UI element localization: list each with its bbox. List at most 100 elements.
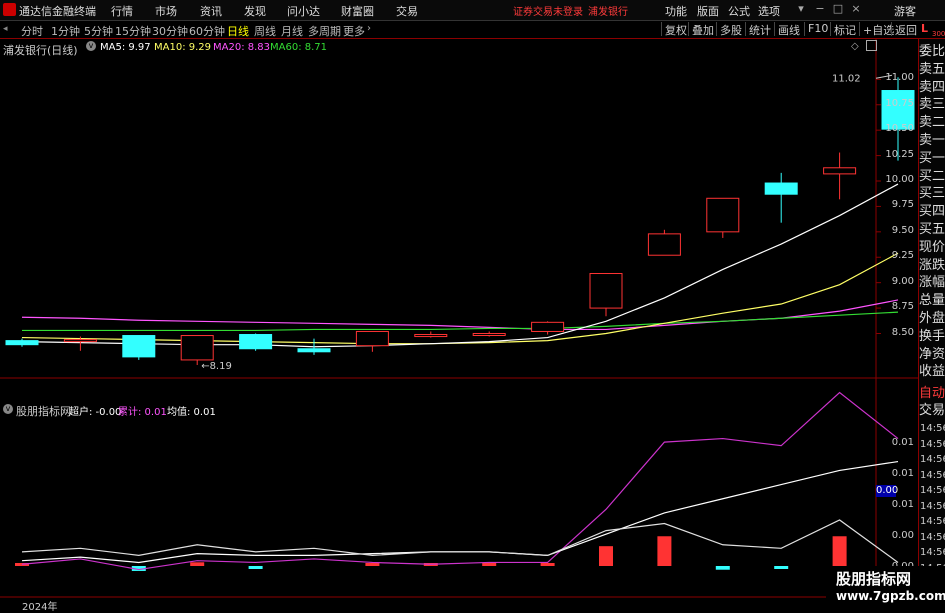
guest-label[interactable]: 游客 [894,3,916,19]
time-label: 14:56 [920,485,945,496]
menu-jiaoyi[interactable]: 交易 [396,3,418,19]
price-tick-label: 8.75 [891,301,914,313]
menu-gongshi[interactable]: 公式 [728,3,750,19]
indicator-bar [832,536,847,566]
diamond-icon[interactable]: ◇ [851,41,859,52]
sidebar-item[interactable]: 买一 [919,151,945,167]
candle-body [122,335,156,358]
sub-axis-label: 0.01 [891,499,914,510]
price-tick-label: 9.00 [891,275,914,287]
candle [122,335,156,360]
indicator-bar [540,563,555,566]
indicator-bar [715,566,730,570]
date-label: 2024年 [22,602,58,613]
sidebar-tab-trade[interactable]: 交易 [919,403,945,419]
current-stock-name: 浦发银行 [588,7,628,18]
price-tick-label: 11.00 [885,72,914,84]
sub-axis-label: 0.01 [891,468,914,479]
candle [589,273,623,317]
sidebar-tab-auto[interactable]: 自动 [919,386,945,402]
tool-tongji[interactable]: 统计 [745,22,774,37]
candle-body [63,339,97,343]
sidebar-item[interactable]: 卖三 [919,97,945,113]
legend-ma5: MA5: 9.97 [100,42,151,53]
sidebar-item[interactable]: 净资 [919,347,945,363]
menu-xuanxiang[interactable]: 选项 [758,3,780,19]
close-icon[interactable]: × [849,2,863,17]
period-more[interactable]: 更多 [343,23,365,39]
tool-fanhui[interactable]: 返回 [891,22,920,37]
candle [531,321,565,335]
sidebar-item[interactable]: 现价 [919,240,945,256]
sidebar-item[interactable]: 总量 [919,293,945,309]
period-30min[interactable]: 30分钟 [152,23,188,39]
menu-wenxiaoda[interactable]: 问小达 [287,3,320,19]
tool-duogu[interactable]: 多股 [716,22,745,37]
dropdown-icon[interactable]: ▾ [794,2,808,17]
sidebar-item[interactable]: 委比 [919,44,945,60]
sub-legend-junzhi: 均值: 0.01 [167,407,216,418]
menu-gongneng[interactable]: 功能 [665,3,687,19]
indicator-bar [599,546,613,566]
tool-biaoji[interactable]: 标记 [830,22,859,37]
period-monthly[interactable]: 月线 [281,23,303,39]
menu-shichang[interactable]: 市场 [155,3,177,19]
tool-diejia[interactable]: 叠加 [688,22,717,37]
sidebar-item[interactable]: 外盘 [919,311,945,327]
menu-hangqing[interactable]: 行情 [111,3,133,19]
candle-body [5,340,39,346]
ma5-line [21,183,899,348]
sidebar-item[interactable]: 涨跌 [919,258,945,274]
sidebar-item[interactable]: 买二 [919,169,945,185]
price-tick-label: 8.50 [891,326,914,338]
sidebar-item[interactable]: 卖四 [919,80,945,96]
period-15min[interactable]: 15分钟 [115,23,151,39]
more-chevron-icon[interactable]: › [367,23,371,34]
trade-login-warning[interactable]: 证券交易未登录 [513,3,583,18]
period-multi[interactable]: 多周期 [308,23,341,39]
sidebar-item[interactable]: 买四 [919,204,945,220]
period-daily[interactable]: 日线 [227,23,249,39]
maximize-pane-icon[interactable] [866,40,877,51]
menu-zixun[interactable]: 资讯 [200,3,222,19]
tool-fuquan[interactable]: 复权 [661,22,690,37]
sidebar-item[interactable]: 收益 [919,364,945,380]
sidebar-corner-l: L [921,22,929,35]
legend-toggle-icon[interactable]: v [86,41,96,51]
watermark-url: www.7gpzb.com [836,589,945,603]
sidebar-item[interactable]: 买五 [919,222,945,238]
tool-f10[interactable]: F10 [804,22,831,36]
sidebar-item[interactable]: 换手 [919,329,945,345]
minimize-icon[interactable]: − [813,2,827,17]
tool-huaxian[interactable]: 画线 [774,22,803,37]
maximize-icon[interactable]: □ [831,2,845,17]
candle-body [764,182,798,195]
time-label: 14:56 [920,454,945,465]
candle-body [239,334,273,350]
sidebar-item[interactable]: 涨幅 [919,275,945,291]
period-fenshi[interactable]: 分时 [21,23,43,39]
price-tick-label: 9.50 [891,224,914,236]
sub-legend-toggle-icon[interactable]: v [3,404,13,414]
kline-chart[interactable]: 11.02 ←8.19 [0,39,918,609]
menu-faxian[interactable]: 发现 [244,3,266,19]
period-weekly[interactable]: 周线 [254,23,276,39]
title-bar: 通达信金融终端 行情 市场 资讯 发现 问小达 财富圈 交易 证券交易未登录 浦… [0,0,945,21]
period-1min[interactable]: 1分钟 [51,23,80,39]
period-5min[interactable]: 5分钟 [84,23,113,39]
menu-banmian[interactable]: 版面 [697,3,719,19]
sidebar-item[interactable]: 卖二 [919,115,945,131]
indicator-bar [774,566,789,569]
sidebar-item[interactable]: 卖五 [919,62,945,78]
time-label: 14:56 [920,438,945,450]
sidebar-item[interactable]: 卖一 [919,133,945,149]
candle-body [180,335,214,361]
candle-body [647,233,681,256]
price-tick-label: 10.00 [885,174,914,185]
sub-legend-chaohu: 超户: -0.00 [69,407,122,418]
period-60min[interactable]: 60分钟 [189,23,225,39]
menu-caifuquan[interactable]: 财富圈 [341,3,374,19]
price-tick-label: 10.50 [885,123,914,135]
sidebar-item[interactable]: 买三 [919,186,945,202]
collapse-arrow-icon[interactable]: ◂ [3,24,8,34]
